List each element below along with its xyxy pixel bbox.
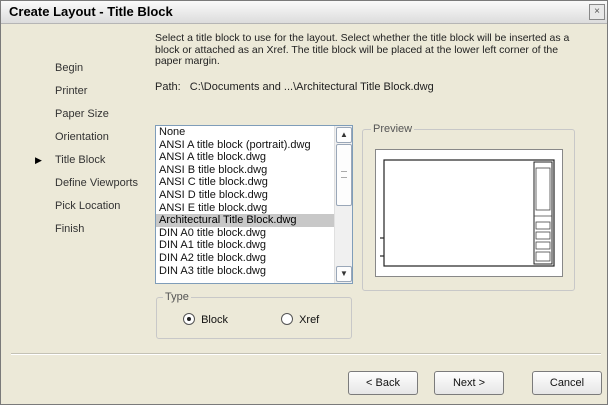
scroll-down-icon[interactable]: ▼ [336, 266, 352, 282]
step-begin: Begin [55, 62, 84, 74]
title-block-list[interactable]: None ANSI A title block (portrait).dwg A… [155, 125, 353, 284]
close-icon[interactable]: × [589, 4, 605, 20]
radio-checked-icon[interactable] [183, 313, 195, 325]
path-value: C:\Documents and ...\Architectural Title… [189, 81, 434, 93]
list-item[interactable]: ANSI A title block (portrait).dwg [156, 139, 334, 152]
instructions-text: Select a title block to use for the layo… [155, 32, 570, 67]
step-pick-location: Pick Location [55, 200, 121, 212]
step-orientation: Orientation [55, 131, 109, 143]
xref-radio[interactable]: Xref [281, 313, 319, 326]
block-radio[interactable]: Block [183, 313, 228, 326]
list-item[interactable]: DIN A1 title block.dwg [156, 239, 334, 252]
list-item[interactable]: ANSI E title block.dwg [156, 202, 334, 215]
scroll-thumb[interactable] [336, 144, 352, 206]
step-finish: Finish [55, 223, 85, 235]
preview-group: Preview [362, 123, 575, 291]
list-item[interactable]: DIN A2 title block.dwg [156, 252, 334, 265]
path-row: Path: C:\Documents and ...\Architectural… [155, 81, 434, 93]
list-item[interactable]: ANSI B title block.dwg [156, 164, 334, 177]
list-scrollbar[interactable]: ▲ ▼ [334, 126, 352, 283]
list-item[interactable]: ANSI C title block.dwg [156, 176, 334, 189]
back-button[interactable]: < Back [348, 371, 418, 395]
grip-icon [341, 171, 347, 178]
step-printer: Printer [55, 85, 88, 97]
step-define-viewports: Define Viewports [55, 177, 138, 189]
path-label: Path: [155, 81, 181, 93]
cancel-button[interactable]: Cancel [532, 371, 602, 395]
current-step-arrow-icon: ▶ [35, 155, 42, 165]
list-item-selected[interactable]: Architectural Title Block.dwg [156, 214, 334, 227]
list-items: None ANSI A title block (portrait).dwg A… [156, 126, 334, 277]
radio-unchecked-icon[interactable] [281, 313, 293, 325]
xref-radio-label: Xref [299, 314, 320, 326]
title-block-preview-drawing [380, 159, 555, 267]
scroll-up-icon[interactable]: ▲ [336, 127, 352, 143]
create-layout-dialog: Create Layout - Title Block × Begin Prin… [0, 0, 608, 405]
dialog-title: Create Layout - Title Block [9, 4, 173, 19]
next-button[interactable]: Next > [434, 371, 504, 395]
list-item[interactable]: DIN A0 title block.dwg [156, 227, 334, 240]
step-title-block: Title Block [55, 154, 106, 166]
type-group: Type Block Xref [156, 291, 352, 339]
list-item[interactable]: ANSI A title block.dwg [156, 151, 334, 164]
title-bar[interactable]: Create Layout - Title Block × [1, 1, 607, 24]
preview-label: Preview [371, 123, 415, 135]
preview-canvas [375, 149, 563, 277]
separator [11, 353, 601, 355]
block-radio-label: Block [201, 314, 228, 326]
list-item[interactable]: None [156, 126, 334, 139]
list-item[interactable]: ANSI D title block.dwg [156, 189, 334, 202]
type-label: Type [163, 291, 191, 303]
step-paper-size: Paper Size [55, 108, 109, 120]
list-item[interactable]: DIN A3 title block.dwg [156, 265, 334, 278]
